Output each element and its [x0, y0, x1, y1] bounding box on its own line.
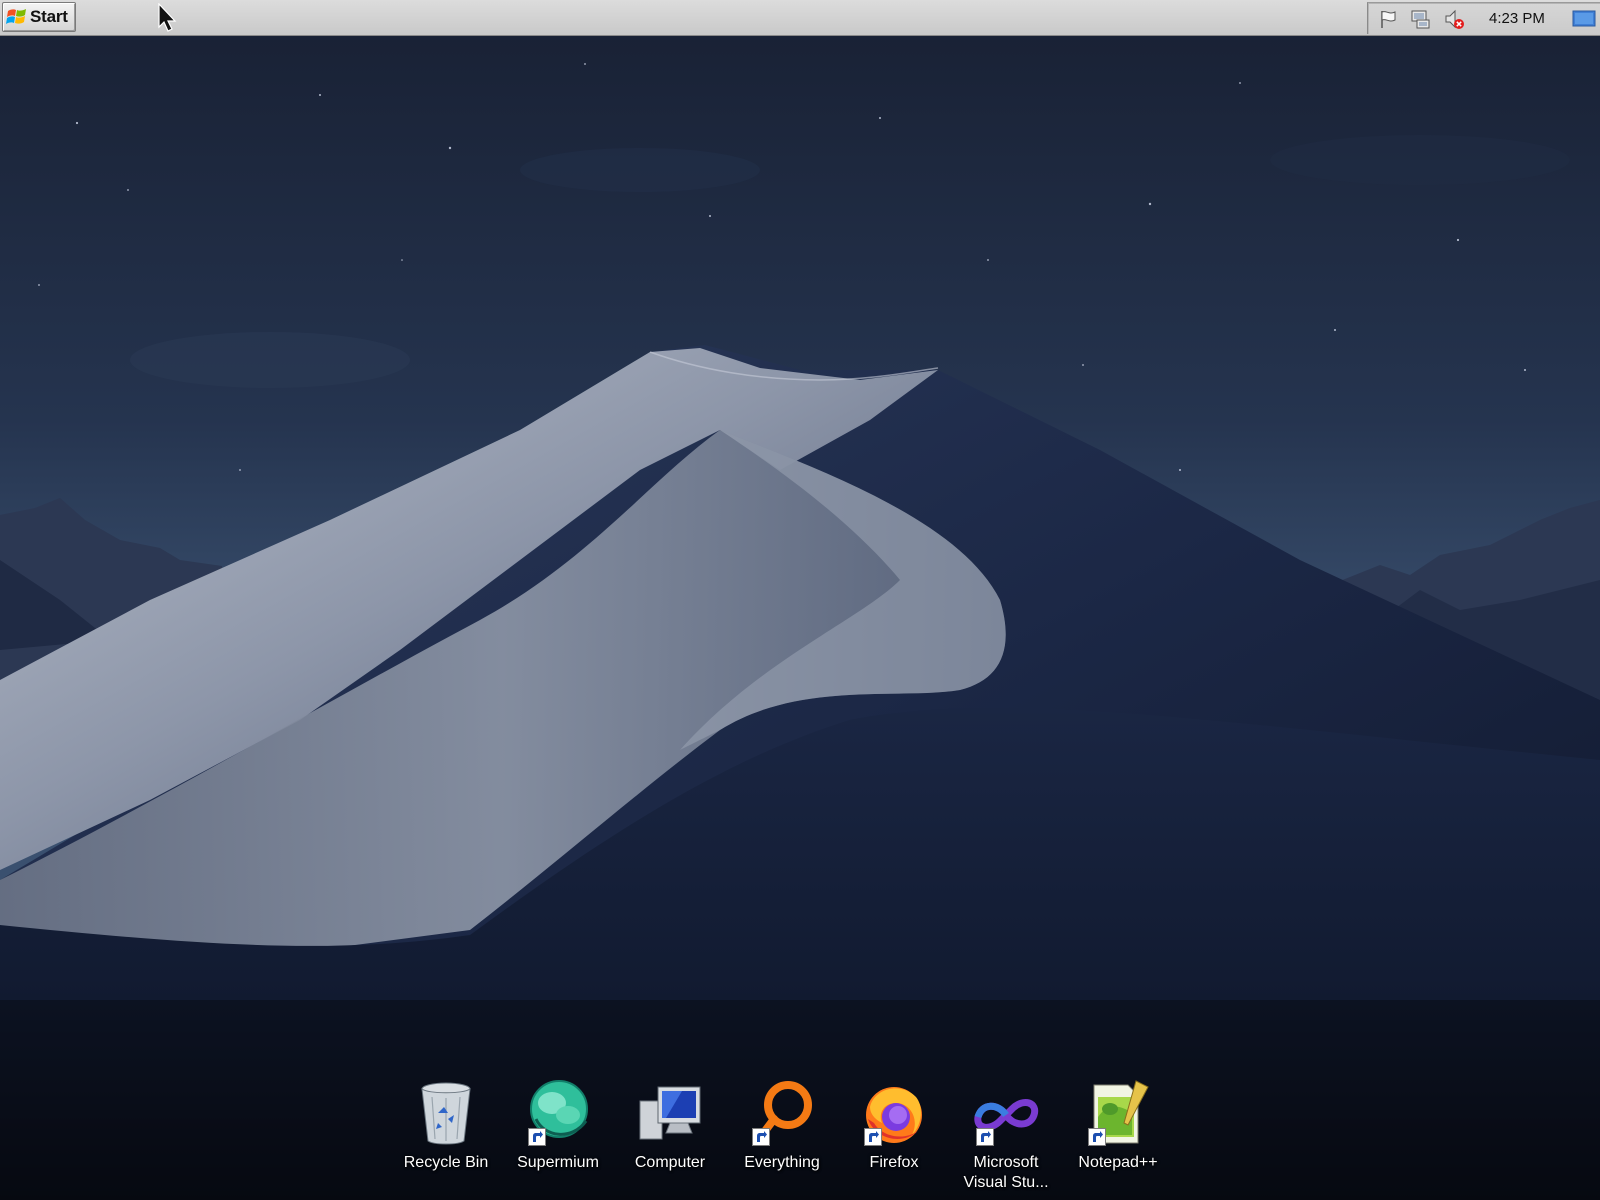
start-label: Start — [30, 7, 68, 26]
shortcut-arrow-icon — [752, 1128, 770, 1146]
desktop-icon-row: Recycle Bin Supermium Computer Everythin… — [390, 1074, 1190, 1194]
recycle-bin-shortcut[interactable]: Recycle Bin — [390, 1074, 502, 1194]
shortcut-arrow-icon — [528, 1128, 546, 1146]
volume-muted-icon[interactable] — [1443, 8, 1465, 30]
start-button[interactable]: Start — [2, 2, 76, 32]
icon-label: Notepad++ — [1078, 1154, 1158, 1171]
icon-label: Computer — [634, 1154, 706, 1171]
shortcut-arrow-icon — [1088, 1128, 1106, 1146]
windows-logo-icon — [6, 7, 28, 27]
visual-studio-shortcut[interactable]: Microsoft Visual Stu... — [950, 1074, 1062, 1194]
shortcut-arrow-icon — [976, 1128, 994, 1146]
flag-icon[interactable] — [1377, 8, 1399, 30]
desktop-wallpaper — [0, 0, 1600, 1200]
mouse-cursor-icon — [157, 2, 179, 33]
clock[interactable]: 4:23 PM — [1489, 10, 1545, 27]
taskbar: Start 4:23 PM — [0, 0, 1600, 36]
firefox-shortcut[interactable]: Firefox — [838, 1074, 950, 1194]
system-tray: 4:23 PM — [1367, 2, 1600, 34]
computer-icon — [636, 1079, 704, 1147]
icon-label: Supermium — [517, 1154, 599, 1171]
network-icon[interactable] — [1410, 8, 1432, 30]
icon-label: Recycle Bin — [403, 1154, 489, 1171]
everything-shortcut[interactable]: Everything — [726, 1074, 838, 1194]
icon-label: Everything — [744, 1154, 820, 1171]
notepadpp-shortcut[interactable]: Notepad++ — [1062, 1074, 1174, 1194]
icon-label: Microsoft Visual Stu... — [963, 1154, 1049, 1191]
show-desktop-icon[interactable] — [1572, 9, 1596, 29]
recycle-bin-icon — [412, 1079, 480, 1147]
icon-label: Firefox — [869, 1154, 919, 1171]
supermium-shortcut[interactable]: Supermium — [502, 1074, 614, 1194]
shortcut-arrow-icon — [864, 1128, 882, 1146]
computer-shortcut[interactable]: Computer — [614, 1074, 726, 1194]
